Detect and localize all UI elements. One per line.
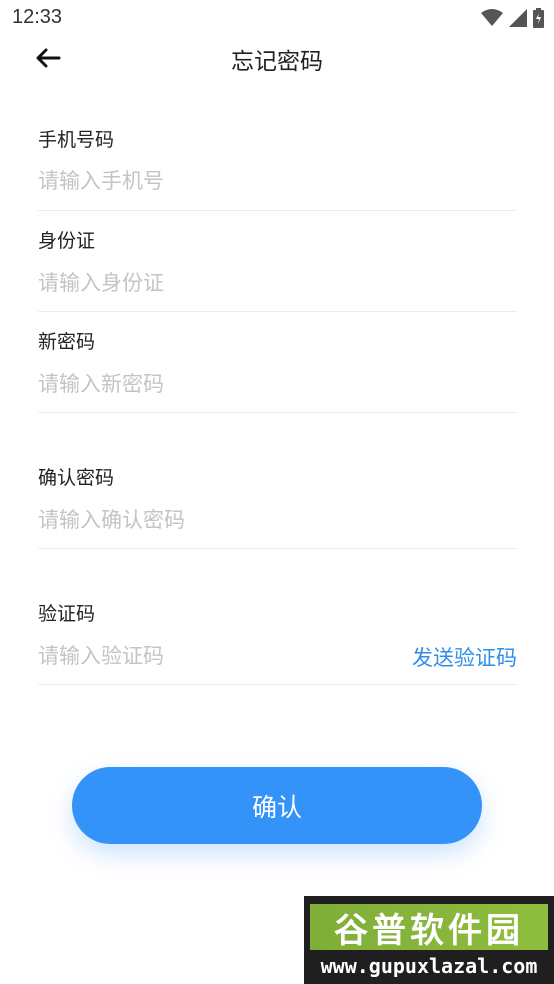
verify-code-input[interactable]	[38, 639, 378, 673]
page-title: 忘记密码	[231, 49, 323, 75]
new-password-label: 新密码	[38, 331, 96, 353]
phone-label: 手机号码	[38, 129, 115, 151]
status-icons	[481, 8, 544, 28]
wifi-icon	[481, 9, 503, 26]
watermark-url: www.gupuxlazal.com	[320, 954, 538, 978]
confirm-password-field: 确认密码	[38, 459, 517, 549]
new-password-input[interactable]	[38, 367, 517, 401]
signal-icon	[509, 9, 527, 27]
id-card-field: 身份证	[38, 223, 517, 312]
new-password-field: 新密码	[38, 324, 517, 413]
status-time: 12:33	[12, 6, 63, 28]
watermark-logo: 谷普软件园	[310, 904, 548, 951]
confirm-button[interactable]: 确认	[72, 767, 482, 844]
verify-code-label: 验证码	[38, 603, 96, 625]
verify-code-field: 验证码 发送验证码	[38, 595, 517, 685]
confirm-password-input[interactable]	[38, 503, 517, 537]
id-card-label: 身份证	[38, 230, 96, 252]
send-code-button[interactable]: 发送验证码	[412, 642, 517, 672]
id-card-input[interactable]	[38, 266, 517, 300]
app-bar: 忘记密码	[0, 36, 554, 80]
battery-icon	[533, 8, 544, 28]
phone-input[interactable]	[38, 164, 517, 198]
watermark-brand: 谷普软件园	[334, 910, 524, 951]
confirm-password-label: 确认密码	[38, 467, 115, 489]
status-bar: 12:33	[0, 0, 554, 36]
watermark: 谷普软件园 www.gupuxlazal.com	[304, 896, 554, 984]
phone-field: 手机号码	[38, 122, 517, 211]
